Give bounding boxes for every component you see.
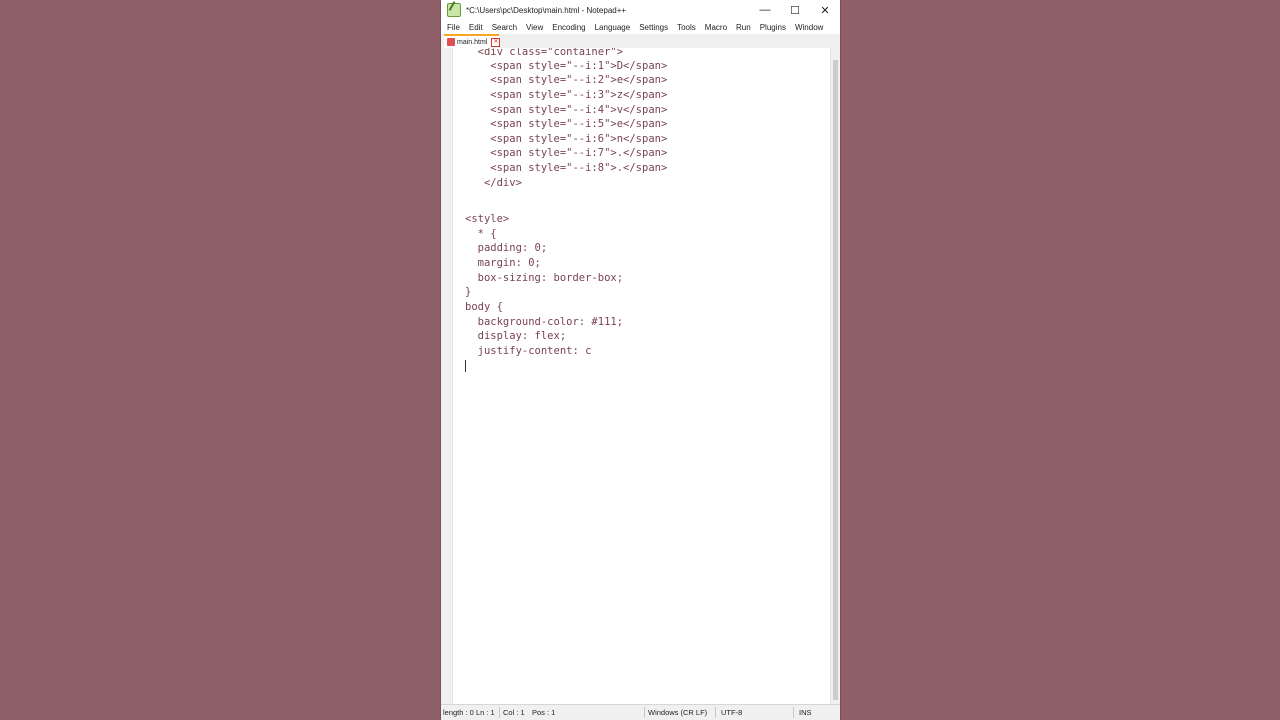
scrollbar-thumb[interactable] (833, 60, 838, 700)
code-line: } (465, 286, 472, 298)
code-line: <span style="--i:8">.</span> (465, 162, 668, 174)
status-position: Pos : 1 (532, 708, 556, 717)
code-line: <span style="--i:3">z</span> (465, 89, 668, 101)
tab-close-icon[interactable]: ✕ (491, 37, 501, 47)
code-line: display: flex; (465, 330, 567, 342)
code-editor[interactable]: <div class="container"> <span style="--i… (441, 48, 830, 704)
notepad-window: *C:\Users\pc\Desktop\main.html - Notepad… (441, 0, 840, 720)
menu-view[interactable]: View (526, 23, 543, 32)
menu-settings[interactable]: Settings (639, 23, 668, 32)
code-line: padding: 0; (465, 242, 548, 254)
menu-language[interactable]: Language (595, 23, 631, 32)
tab-label: main.html (457, 38, 488, 46)
text-cursor (465, 360, 466, 372)
code-line: <span style="--i:7">.</span> (465, 147, 668, 159)
code-line: <span style="--i:5">e</span> (465, 118, 668, 130)
maximize-button[interactable]: ☐ (780, 0, 810, 20)
vertical-scrollbar[interactable] (830, 48, 840, 704)
code-line: <span style="--i:4">v</span> (465, 104, 668, 116)
status-encoding[interactable]: UTF-8 (721, 705, 742, 720)
title-bar[interactable]: *C:\Users\pc\Desktop\main.html - Notepad… (441, 0, 840, 20)
code-line: <div class="container"> (465, 48, 624, 58)
status-divider (715, 707, 716, 718)
code-line: justify-content: c (465, 345, 592, 357)
menu-search[interactable]: Search (492, 23, 517, 32)
window-title: *C:\Users\pc\Desktop\main.html - Notepad… (466, 5, 627, 15)
menu-bar: File Edit Search View Encoding Language … (441, 20, 840, 34)
status-eol-format[interactable]: Windows (CR LF) (648, 705, 707, 720)
menu-macro[interactable]: Macro (705, 23, 727, 32)
status-bar: length : 0 Ln : 1 Col : 1 Pos : 1 Window… (441, 704, 840, 720)
unsaved-file-icon (447, 38, 455, 46)
status-divider (499, 707, 500, 718)
code-line: <span style="--i:1">D</span> (465, 60, 668, 72)
menu-file[interactable]: File (447, 23, 460, 32)
code-line: <style> (465, 213, 510, 225)
status-column: Col : 1 (503, 708, 525, 717)
menu-edit[interactable]: Edit (469, 23, 483, 32)
menu-window[interactable]: Window (795, 23, 823, 32)
code-area[interactable]: <div class="container"> <span style="--i… (465, 48, 830, 704)
code-line: box-sizing: border-box; (465, 272, 624, 284)
code-line: * { (465, 228, 497, 240)
status-divider (644, 707, 645, 718)
tab-bar: main.html ✕ (441, 34, 840, 49)
status-divider (793, 707, 794, 718)
menu-plugins[interactable]: Plugins (760, 23, 786, 32)
status-insert-mode[interactable]: INS (799, 705, 812, 720)
status-length-line: length : 0 Ln : 1 (443, 708, 495, 717)
code-line: <span style="--i:2">e</span> (465, 74, 668, 86)
code-line: <span style="--i:6">n</span> (465, 133, 668, 145)
code-line: background-color: #111; (465, 316, 624, 328)
close-button[interactable]: ✕ (810, 0, 840, 20)
line-number-margin (441, 48, 453, 704)
minimize-button[interactable]: — (750, 0, 780, 20)
menu-run[interactable]: Run (736, 23, 751, 32)
code-line: margin: 0; (465, 257, 541, 269)
tab-main-html[interactable]: main.html ✕ (444, 34, 501, 48)
code-line: body { (465, 301, 503, 313)
menu-encoding[interactable]: Encoding (552, 23, 585, 32)
notepad-app-icon (447, 3, 461, 17)
menu-tools[interactable]: Tools (677, 23, 696, 32)
code-line: </div> (465, 177, 522, 189)
